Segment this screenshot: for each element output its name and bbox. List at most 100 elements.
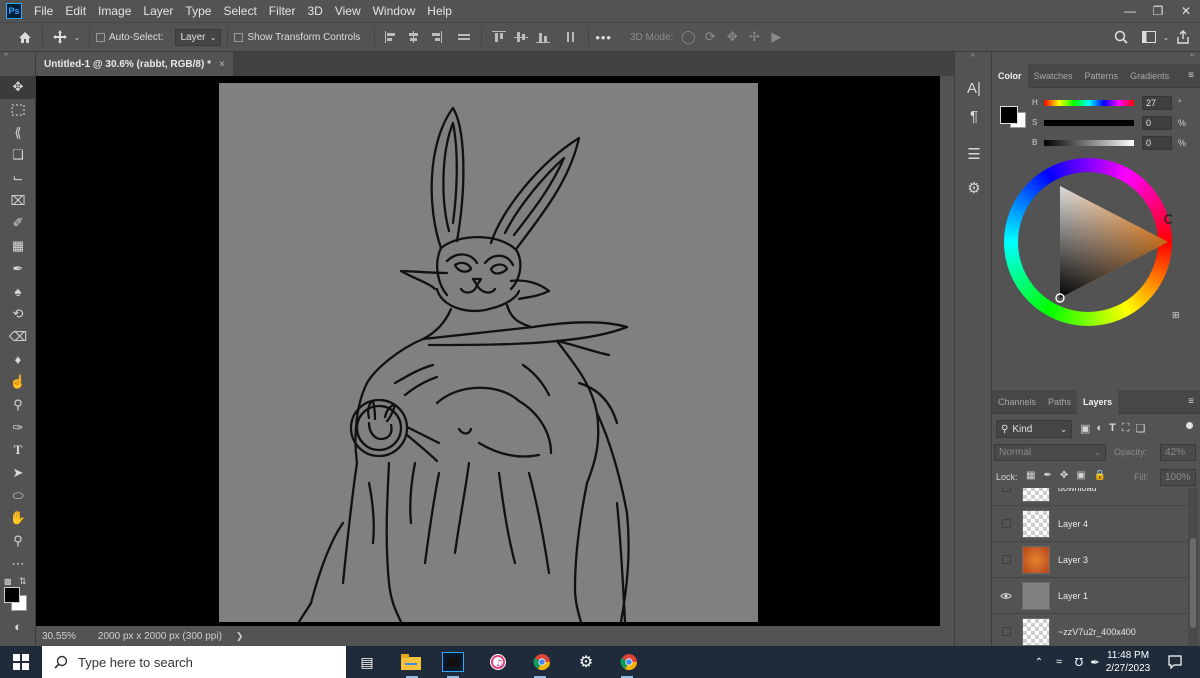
- eraser-tool-icon[interactable]: ⌫: [0, 326, 36, 349]
- menu-item-3d[interactable]: 3D: [301, 0, 328, 22]
- align-top-icon[interactable]: [488, 26, 510, 48]
- layer-row[interactable]: Layer 1: [992, 578, 1188, 614]
- lock-all-icon[interactable]: 🔒: [1094, 470, 1106, 481]
- layer-row[interactable]: Layer 3: [992, 542, 1188, 578]
- brightness-value[interactable]: 0: [1142, 136, 1172, 150]
- task-view-icon[interactable]: ▤: [356, 652, 378, 672]
- menu-item-layer[interactable]: Layer: [137, 0, 179, 22]
- hand-tool-icon[interactable]: ✋: [0, 507, 36, 530]
- add-swatch-icon[interactable]: ⊞: [1172, 310, 1180, 321]
- align-middle-icon[interactable]: [510, 26, 532, 48]
- healing-brush-icon[interactable]: ▦: [0, 235, 36, 258]
- network-icon[interactable]: ≈: [1048, 652, 1070, 672]
- itunes-icon[interactable]: ♫: [487, 652, 509, 672]
- smudge-tool-icon[interactable]: ☝: [0, 371, 36, 394]
- clock[interactable]: 11:48 PM 2/27/2023: [1100, 649, 1156, 675]
- document-tab[interactable]: Untitled-1 @ 30.6% (rabbt, RGB/8) * ×: [36, 52, 233, 76]
- layer-row[interactable]: download: [992, 488, 1188, 506]
- eyedropper-icon[interactable]: ✐: [0, 212, 36, 235]
- ellipse-tool-icon[interactable]: ⬭: [0, 484, 36, 507]
- saturation-value[interactable]: 0: [1142, 116, 1172, 130]
- menu-item-filter[interactable]: Filter: [263, 0, 302, 22]
- menu-item-edit[interactable]: Edit: [59, 0, 92, 22]
- align-center-icon[interactable]: [403, 26, 425, 48]
- align-bottom-icon[interactable]: [532, 26, 554, 48]
- brightness-slider[interactable]: 0 %: [1044, 136, 1200, 150]
- layer-filter-dropdown[interactable]: ⚲ Kind ⌄: [996, 420, 1072, 438]
- lock-artboard-icon[interactable]: ▣: [1076, 470, 1085, 481]
- lock-pixels-icon[interactable]: ✒: [1043, 470, 1051, 481]
- chevron-down-icon[interactable]: ⌄: [1160, 26, 1172, 48]
- menu-item-help[interactable]: Help: [421, 0, 458, 22]
- saturation-slider[interactable]: 0 %: [1044, 116, 1200, 130]
- distribute-vertical-icon[interactable]: [560, 26, 582, 48]
- color-swatches[interactable]: ▩ ⇅: [0, 575, 35, 615]
- tab-paths[interactable]: Paths: [1042, 390, 1077, 414]
- edit-toolbar-icon[interactable]: ⋯: [0, 552, 36, 575]
- layer-row[interactable]: Layer 4: [992, 506, 1188, 542]
- default-colors-icon[interactable]: ▩: [4, 577, 12, 586]
- menu-item-type[interactable]: Type: [179, 0, 217, 22]
- hue-value[interactable]: 27: [1142, 96, 1172, 110]
- menu-item-window[interactable]: Window: [367, 0, 422, 22]
- workspace-icon[interactable]: [1138, 26, 1160, 48]
- brightness-gradient-bar[interactable]: [1044, 140, 1134, 146]
- paint-bucket-icon[interactable]: ♦: [0, 348, 36, 371]
- quick-mask-icon[interactable]: ◐: [0, 615, 36, 638]
- layer-row[interactable]: ~zzV7u2r_400x400: [992, 614, 1188, 648]
- auto-select-dropdown[interactable]: Layer ⌄: [175, 28, 222, 46]
- menu-item-image[interactable]: Image: [92, 0, 137, 22]
- color-wheel[interactable]: [1004, 158, 1172, 326]
- vertical-scrollbar[interactable]: [940, 76, 954, 626]
- saturation-gradient-bar[interactable]: [1044, 120, 1134, 126]
- adjustments-panel-icon[interactable]: ⚙: [955, 174, 993, 202]
- chevron-down-icon[interactable]: ⌄: [71, 26, 83, 48]
- distribute-icon[interactable]: [453, 26, 475, 48]
- object-select-icon[interactable]: ❏: [0, 144, 36, 167]
- tab-layers[interactable]: Layers: [1077, 389, 1119, 414]
- move-tool-icon[interactable]: [49, 26, 71, 48]
- more-options-icon[interactable]: •••: [595, 30, 612, 45]
- character-panel-icon[interactable]: A|: [955, 74, 993, 102]
- zoom-level[interactable]: 30.55%: [42, 631, 76, 642]
- type-filter-icon[interactable]: T: [1109, 422, 1116, 435]
- taskbar-search-box[interactable]: Type here to search: [42, 646, 346, 678]
- hue-gradient-bar[interactable]: [1044, 100, 1134, 106]
- close-button[interactable]: ✕: [1172, 0, 1200, 22]
- foreground-color-swatch[interactable]: [4, 587, 20, 604]
- file-explorer-icon[interactable]: [400, 652, 422, 672]
- restore-button[interactable]: ❐: [1144, 0, 1172, 22]
- chevron-right-icon[interactable]: ❯: [236, 631, 244, 642]
- paragraph-panel-icon[interactable]: ¶: [955, 102, 993, 130]
- lasso-tool-icon[interactable]: ⟪: [0, 121, 36, 144]
- zoom-tool-icon[interactable]: ⚲: [0, 530, 36, 553]
- filter-toggle[interactable]: [1186, 422, 1193, 429]
- close-tab-icon[interactable]: ×: [219, 59, 225, 70]
- brush-tool-icon[interactable]: ✒: [0, 258, 36, 281]
- adjustment-filter-icon[interactable]: ◐: [1096, 422, 1103, 435]
- brush-settings-icon[interactable]: ☰: [955, 140, 993, 168]
- tab-swatches[interactable]: Swatches: [1028, 64, 1079, 88]
- visibility-toggle[interactable]: [992, 519, 1020, 528]
- path-select-icon[interactable]: ➤: [0, 462, 36, 485]
- marquee-tool-icon[interactable]: [0, 99, 36, 122]
- panel-menu-icon[interactable]: ≡: [1188, 70, 1200, 81]
- tab-channels[interactable]: Channels: [992, 390, 1042, 414]
- menu-item-view[interactable]: View: [329, 0, 367, 22]
- auto-select-checkbox[interactable]: [96, 32, 105, 42]
- lock-position-icon[interactable]: ✥: [1060, 470, 1068, 481]
- stamp-tool-icon[interactable]: ♠: [0, 280, 36, 303]
- layers-scrollbar[interactable]: [1188, 488, 1198, 648]
- menu-item-select[interactable]: Select: [217, 0, 262, 22]
- pixel-filter-icon[interactable]: ▣: [1080, 422, 1090, 435]
- align-left-icon[interactable]: [381, 26, 403, 48]
- visibility-toggle[interactable]: [992, 555, 1020, 564]
- chrome-profile-icon[interactable]: [618, 652, 640, 672]
- settings-gear-icon[interactable]: ⚙: [575, 652, 597, 672]
- crop-tool-icon[interactable]: ⌙: [0, 167, 36, 190]
- type-tool-icon[interactable]: T: [0, 439, 36, 462]
- collapse-icon[interactable]: »: [992, 52, 1200, 64]
- minimize-button[interactable]: —: [1116, 0, 1144, 22]
- visibility-toggle[interactable]: [992, 627, 1020, 636]
- swap-colors-icon[interactable]: ⇅: [19, 576, 27, 587]
